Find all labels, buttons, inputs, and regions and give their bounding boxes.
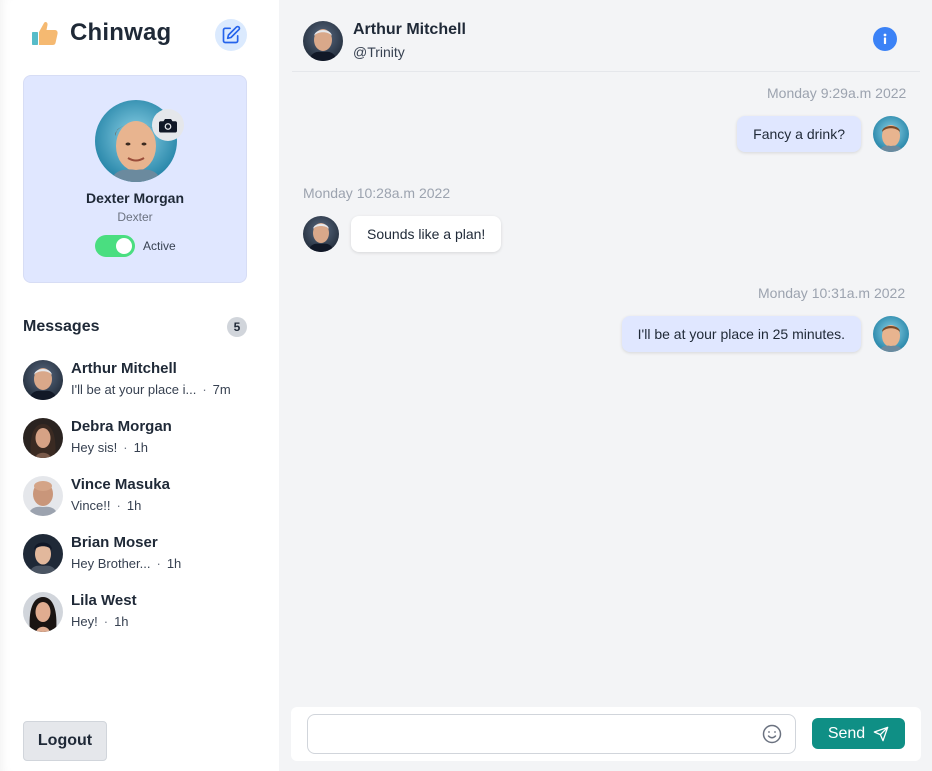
- message-timestamp: Monday 9:29a.m 2022: [767, 85, 907, 101]
- avatar: [23, 360, 63, 400]
- message-bubble-outgoing: I'll be at your place in 25 minutes.: [621, 316, 861, 352]
- conversation-item-arthur-mitchell[interactable]: Arthur Mitchell I'll be at your place i.…: [23, 358, 263, 416]
- conversation-name: Vince Masuka: [71, 476, 170, 493]
- edit-icon: [222, 25, 241, 44]
- info-icon: [883, 33, 887, 44]
- conversation-preview: I'll be at your place i...: [71, 382, 197, 397]
- conversation-time: 7m: [212, 382, 231, 397]
- chat-contact-handle: @Trinity: [353, 44, 405, 60]
- chat-header: Arthur Mitchell @Trinity: [292, 0, 920, 72]
- conversation-item-lila-west[interactable]: Lila West Hey! · 1h: [23, 590, 263, 648]
- conversation-preview: Hey Brother...: [71, 556, 151, 571]
- conversation-item-brian-moser[interactable]: Brian Moser Hey Brother... · 1h: [23, 532, 263, 590]
- messages-title: Messages: [23, 318, 100, 335]
- conversation-preview: Vince!!: [71, 498, 111, 513]
- active-status-toggle[interactable]: [95, 235, 135, 257]
- profile-card: Dexter Morgan Dexter Active: [23, 75, 247, 283]
- toggle-knob: [116, 238, 132, 254]
- logout-button[interactable]: Logout: [23, 721, 107, 761]
- chat-contact-avatar[interactable]: [303, 21, 343, 61]
- conversation-list: Arthur Mitchell I'll be at your place i.…: [23, 358, 263, 648]
- brand: Chinwag: [30, 18, 171, 48]
- smiley-icon: [762, 724, 782, 744]
- message-bubble-incoming: Sounds like a plan!: [351, 216, 502, 252]
- contact-info-button[interactable]: [873, 27, 897, 51]
- conversation-name: Arthur Mitchell: [71, 360, 177, 377]
- camera-icon: [159, 119, 177, 133]
- message-input[interactable]: [307, 714, 796, 754]
- conversation-time: 1h: [114, 614, 129, 629]
- conversation-name: Lila West: [71, 592, 137, 609]
- change-photo-button[interactable]: [152, 109, 184, 141]
- avatar: [23, 592, 63, 632]
- conversation-preview: Hey!: [71, 614, 98, 629]
- app-name: Chinwag: [70, 19, 172, 46]
- sidebar: Chinwag Dexter Morgan Dexter Active Mess…: [0, 0, 279, 771]
- emoji-picker-button[interactable]: [761, 723, 783, 745]
- conversation-time: 1h: [126, 498, 142, 513]
- avatar: [23, 418, 63, 458]
- message-composer: Send: [291, 707, 921, 761]
- conversation-name: Brian Moser: [71, 534, 158, 551]
- conversation-time: 1h: [166, 556, 182, 571]
- messages-header: Messages 5: [23, 316, 247, 338]
- message-timestamp: Monday 10:28a.m 2022: [303, 185, 451, 201]
- conversation-item-vince-masuka[interactable]: Vince Masuka Vince!! · 1h: [23, 474, 263, 532]
- send-button[interactable]: Send: [812, 718, 905, 749]
- conversation-name: Debra Morgan: [71, 418, 172, 435]
- profile-handle: Dexter: [117, 210, 153, 224]
- compose-button[interactable]: [215, 19, 247, 51]
- paper-plane-icon: [873, 726, 889, 741]
- send-label: Send: [827, 724, 866, 742]
- profile-name: Dexter Morgan: [85, 190, 185, 206]
- avatar: [23, 534, 63, 574]
- conversation-preview: Hey sis!: [71, 440, 118, 455]
- thumbs-up-logo-icon: [32, 21, 58, 45]
- message-timestamp: Monday 10:31a.m 2022: [758, 285, 906, 301]
- contact-avatar: [303, 216, 339, 252]
- own-avatar: [873, 116, 909, 152]
- messages-count-badge: 5: [227, 317, 247, 337]
- status-label: Active: [143, 239, 176, 253]
- conversation-item-debra-morgan[interactable]: Debra Morgan Hey sis! · 1h: [23, 416, 263, 474]
- chat-contact-name: Arthur Mitchell: [353, 21, 466, 38]
- avatar: [23, 476, 63, 516]
- own-avatar: [873, 316, 909, 352]
- status-row: Active: [95, 235, 176, 257]
- conversation-time: 1h: [133, 440, 149, 455]
- message-bubble-outgoing: Fancy a drink?: [737, 116, 861, 152]
